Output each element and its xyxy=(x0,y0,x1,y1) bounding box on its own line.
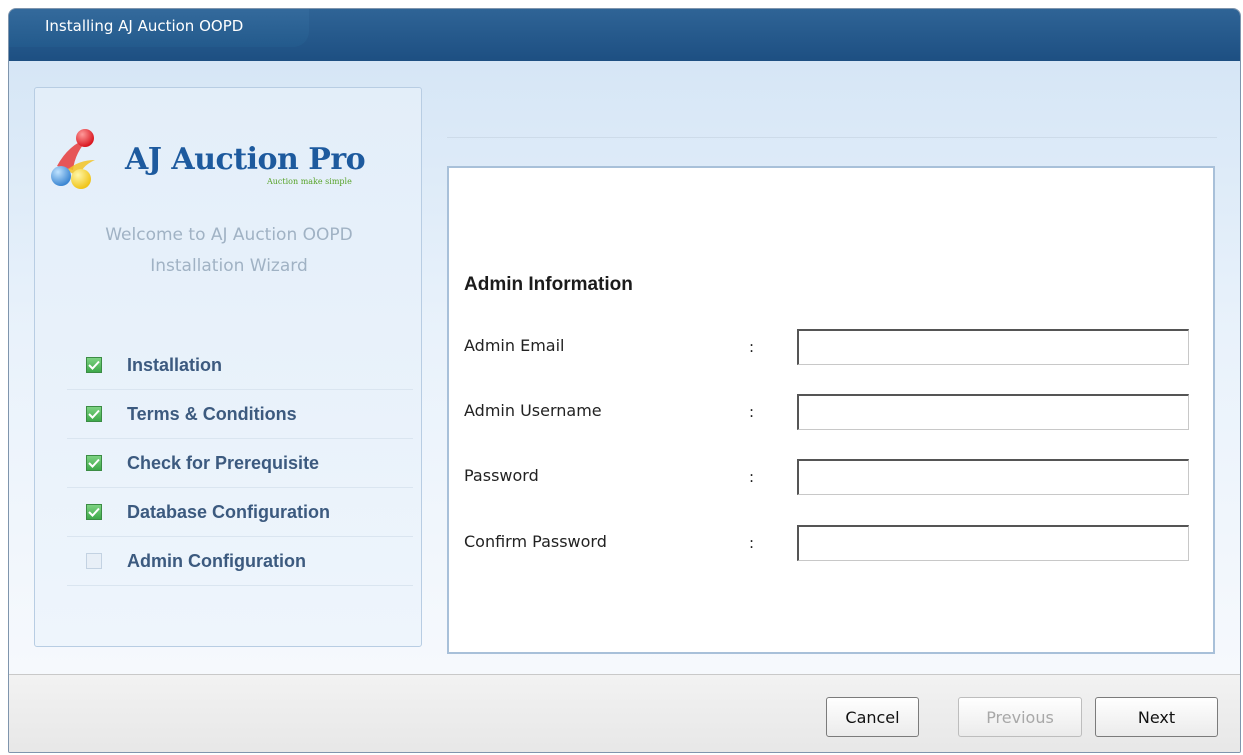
previous-button[interactable]: Previous xyxy=(958,697,1082,737)
step-label: Database Configuration xyxy=(127,501,331,522)
logo-text: AJ Auction Pro xyxy=(125,142,366,177)
cancel-button[interactable]: Cancel xyxy=(826,697,919,737)
step-checked-icon xyxy=(86,406,102,422)
password-row: Password : xyxy=(464,459,1204,495)
field-label: Password xyxy=(464,466,539,485)
checkmark-icon xyxy=(88,507,100,517)
step-label: Check for Prerequisite xyxy=(127,452,320,473)
step-checked-icon xyxy=(86,357,102,373)
next-button[interactable]: Next xyxy=(1095,697,1218,737)
confirm-password-row: Confirm Password : xyxy=(464,525,1204,561)
window-title: Installing AJ Auction OOPD xyxy=(45,17,244,35)
wizard-sidebar: AJ Auction Pro Auction make simple Welco… xyxy=(34,87,422,647)
step-checked-icon xyxy=(86,455,102,471)
step-check-prerequisite: Check for Prerequisite xyxy=(67,439,413,488)
field-colon: : xyxy=(749,338,755,356)
field-colon: : xyxy=(749,468,755,486)
logo: AJ Auction Pro Auction make simple xyxy=(49,126,399,194)
checkmark-icon xyxy=(88,360,100,370)
balloons-logo-icon xyxy=(51,129,95,189)
password-input[interactable] xyxy=(797,459,1189,495)
wizard-footer: Cancel Previous Next xyxy=(9,674,1240,752)
field-label: Confirm Password xyxy=(464,532,607,551)
header-divider xyxy=(447,137,1217,138)
installer-window: Installing AJ Auction OOPD AJ Auction Pr… xyxy=(8,8,1241,753)
section-title: Admin Information xyxy=(464,274,633,295)
field-colon: : xyxy=(749,534,755,552)
field-colon: : xyxy=(749,403,755,421)
step-label: Admin Configuration xyxy=(127,550,306,571)
wizard-steps: Installation Terms & Conditions Check fo… xyxy=(67,341,413,586)
logo-tagline: Auction make simple xyxy=(267,177,352,186)
admin-email-row: Admin Email : xyxy=(464,329,1204,365)
admin-info-panel: Admin Information Admin Email : Admin Us… xyxy=(447,166,1215,654)
step-admin-configuration: Admin Configuration xyxy=(67,537,413,586)
admin-username-input[interactable] xyxy=(797,394,1189,430)
confirm-password-input[interactable] xyxy=(797,525,1189,561)
step-checked-icon xyxy=(86,504,102,520)
field-label: Admin Username xyxy=(464,401,602,420)
step-database-configuration: Database Configuration xyxy=(67,488,413,537)
wizard-body: AJ Auction Pro Auction make simple Welco… xyxy=(9,61,1240,674)
checkmark-icon xyxy=(88,458,100,468)
welcome-line-2: Installation Wizard xyxy=(150,256,308,276)
admin-email-input[interactable] xyxy=(797,329,1189,365)
admin-username-row: Admin Username : xyxy=(464,394,1204,430)
field-label: Admin Email xyxy=(464,336,565,355)
step-label: Installation xyxy=(127,354,223,375)
title-tab: Installing AJ Auction OOPD xyxy=(9,9,309,47)
welcome-message: Welcome to AJ Auction OOPD Installation … xyxy=(35,220,423,282)
title-bar: Installing AJ Auction OOPD xyxy=(9,9,1240,61)
step-terms-conditions: Terms & Conditions xyxy=(67,390,413,439)
step-label: Terms & Conditions xyxy=(127,403,297,424)
step-unchecked-icon xyxy=(86,553,102,569)
step-installation: Installation xyxy=(67,341,413,390)
welcome-line-1: Welcome to AJ Auction OOPD xyxy=(105,225,353,245)
checkmark-icon xyxy=(88,409,100,419)
